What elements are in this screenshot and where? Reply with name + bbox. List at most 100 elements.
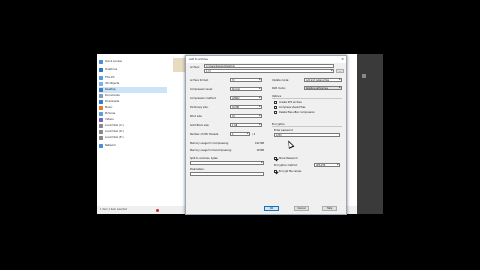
update-mode-value: Add and replace files [306, 79, 329, 82]
drive-icon [99, 136, 103, 140]
browse-button[interactable]: ... [336, 69, 344, 73]
split-volumes-label: Split to volumes, bytes: [190, 157, 219, 160]
cpu-threads-total: / 4 [252, 133, 256, 136]
compression-level-value: Normal [232, 88, 240, 91]
show-password-label: Show Password [279, 157, 298, 160]
cpu-threads-label: Number of CPU threads: [190, 133, 219, 136]
path-mode-label: Path mode: [272, 87, 286, 90]
chevron-down-icon: ▼ [336, 164, 339, 166]
nav-item-local-disk-e[interactable]: Local Disk (E:) [99, 135, 123, 141]
documents-icon [99, 94, 103, 98]
chevron-down-icon: ▼ [258, 79, 261, 81]
archive-format-label: Archive format: [190, 79, 209, 82]
delete-after-label: Delete files after compression [279, 111, 315, 114]
network-icon [99, 144, 103, 148]
chevron-down-icon: ▼ [338, 79, 341, 81]
help-button[interactable]: Help [322, 206, 337, 211]
parameters-field[interactable] [190, 172, 264, 176]
music-icon [99, 106, 103, 110]
encryption-method-value: AES-256 [316, 164, 326, 167]
chevron-down-icon: ▼ [258, 97, 261, 99]
add-to-archive-dialog: Add to archive × Archive: C:\Users\Sapie… [185, 55, 347, 215]
chevron-down-icon: ▼ [258, 124, 261, 126]
show-password-checkbox[interactable] [274, 157, 277, 160]
quick-access-icon [99, 60, 103, 64]
compression-level-select[interactable]: Normal ▼ [230, 87, 262, 91]
screen: Quick access OneDrive This PC 3D Objects… [0, 0, 480, 270]
enter-password-label: Enter password: [274, 129, 294, 132]
ok-button[interactable]: OK [264, 206, 279, 211]
encryption-method-select[interactable]: AES-256 ▼ [314, 163, 340, 167]
pc-icon [99, 76, 103, 80]
chevron-down-icon: ▼ [258, 115, 261, 117]
pictures-icon [99, 112, 103, 116]
delete-after-checkbox[interactable] [274, 111, 277, 114]
solid-block-size-label: Solid Block size: [190, 124, 210, 127]
panel-icon [362, 74, 366, 78]
archive-format-select[interactable]: 7z ▼ [230, 78, 262, 82]
file-thumbnail[interactable] [173, 58, 185, 72]
password-field[interactable]: 1234 [274, 133, 340, 137]
path-mode-select[interactable]: Relative pathnames ▼ [304, 86, 342, 90]
compression-method-select[interactable]: LZMA2 ▼ [230, 96, 262, 100]
encryption-method-label: Encryption method: [274, 164, 298, 167]
desktop-icon [99, 88, 103, 92]
cancel-button[interactable]: Cancel [294, 206, 309, 211]
compression-method-value: LZMA2 [232, 97, 240, 100]
chevron-down-icon: ▼ [330, 70, 333, 72]
update-mode-select[interactable]: Add and replace files ▼ [304, 78, 342, 82]
chevron-down-icon: ▼ [260, 162, 263, 164]
encrypt-names-label: Encrypt file names [279, 170, 302, 173]
dictionary-size-label: Dictionary size: [190, 106, 209, 109]
memory-decompress-label: Memory usage for Decompressing: [190, 149, 232, 152]
drive-icon [99, 124, 103, 128]
sfx-archive-checkbox[interactable] [274, 101, 277, 104]
archive-path-field[interactable]: C:\Users\Sapiens\Desktop\ [204, 64, 334, 68]
dialog-titlebar: Add to archive × [186, 56, 346, 63]
side-panel [357, 54, 383, 214]
dictionary-size-select[interactable]: 16 MB ▼ [230, 105, 262, 109]
path-mode-value: Relative pathnames [306, 87, 328, 90]
chevron-down-icon: ▼ [338, 87, 341, 89]
chevron-down-icon: ▼ [258, 88, 261, 90]
word-size-select[interactable]: 32 ▼ [230, 114, 262, 118]
update-mode-label: Update mode: [272, 79, 290, 82]
archive-name-value: 1.7z [206, 70, 211, 73]
sfx-archive-label: Create SFX archive [279, 101, 302, 104]
archive-label: Archive: [190, 66, 200, 69]
close-icon[interactable]: × [341, 56, 344, 63]
archive-name-combo[interactable]: 1.7z ▼ [204, 69, 334, 73]
memory-compress-label: Memory usage for Compressing: [190, 142, 229, 145]
memory-decompress-value: 18 MB [256, 149, 264, 152]
navigation-pane: Quick access OneDrive This PC 3D Objects… [97, 54, 169, 206]
drive-icon [99, 130, 103, 134]
nav-item-quick-access[interactable]: Quick access [99, 59, 122, 65]
onedrive-icon [99, 68, 103, 72]
options-group-divider [272, 98, 342, 99]
compression-method-label: Compression method: [190, 97, 217, 100]
word-size-value: 32 [232, 115, 235, 118]
parameters-label: Parameters: [190, 168, 205, 171]
archive-format-value: 7z [232, 79, 235, 82]
split-volumes-combo[interactable]: ▼ [190, 161, 264, 165]
red-indicator [156, 209, 159, 212]
compression-level-label: Compression level: [190, 88, 213, 91]
downloads-icon [99, 100, 103, 104]
videos-icon [99, 118, 103, 122]
solid-block-size-value: 2 GB [232, 124, 238, 127]
compress-shared-label: Compress shared files [279, 106, 306, 109]
memory-compress-value: 192 MB [254, 142, 264, 145]
chevron-down-icon: ▼ [246, 133, 249, 135]
cpu-threads-select[interactable]: 4 ▼ [230, 132, 250, 136]
folder-3d-icon [99, 82, 103, 86]
nav-item-onedrive[interactable]: OneDrive [99, 67, 117, 73]
solid-block-size-select[interactable]: 2 GB ▼ [230, 123, 262, 127]
chevron-down-icon: ▼ [258, 106, 261, 108]
dialog-title: Add to archive [189, 58, 208, 61]
compress-shared-checkbox[interactable] [274, 106, 277, 109]
word-size-label: Word size: [190, 115, 203, 118]
nav-item-network[interactable]: Network [99, 143, 116, 149]
dictionary-size-value: 16 MB [232, 106, 239, 109]
encrypt-names-checkbox[interactable] [274, 170, 277, 173]
cpu-threads-value: 4 [232, 133, 234, 136]
